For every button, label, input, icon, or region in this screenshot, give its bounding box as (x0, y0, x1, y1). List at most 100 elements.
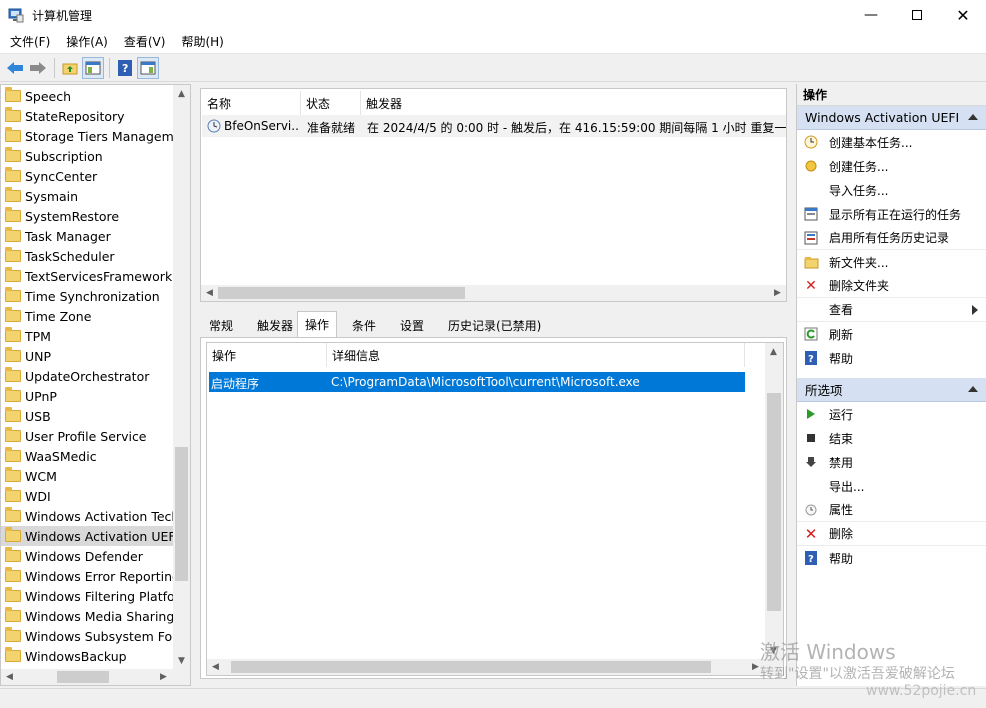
action-delete-folder[interactable]: ✕ 删除文件夹 (797, 274, 986, 298)
maximize-button[interactable] (894, 0, 940, 30)
tree-item[interactable]: Windows Subsystem For I (1, 626, 173, 646)
tab-triggers[interactable]: 触发器 (250, 313, 300, 337)
action-create-basic-task[interactable]: 创建基本任务... (797, 130, 986, 154)
action-help-selected[interactable]: ? 帮助 (797, 546, 986, 570)
back-button[interactable] (4, 57, 26, 79)
tree-item[interactable]: WaaSMedic (1, 446, 173, 466)
folder-icon (5, 447, 21, 462)
action-list-hscroll-thumb[interactable] (231, 661, 711, 673)
task-name: BfeOnServi... (224, 119, 299, 133)
tree-item[interactable]: Windows Media Sharing (1, 606, 173, 626)
tree-item[interactable]: SyncCenter (1, 166, 173, 186)
folder-icon (5, 647, 21, 662)
tree-item[interactable]: Task Manager (1, 226, 173, 246)
tree-item[interactable]: Time Synchronization (1, 286, 173, 306)
action-import-task[interactable]: 导入任务... (797, 178, 986, 202)
collapse-up-icon[interactable] (968, 386, 978, 392)
column-header-status[interactable]: 状态 (301, 91, 361, 115)
action-list-vscrollbar[interactable]: ▲ ▼ (765, 343, 783, 659)
svg-text:?: ? (808, 554, 814, 565)
scroll-up-icon[interactable]: ▲ (173, 85, 190, 102)
tree-hscroll-thumb[interactable] (57, 671, 109, 683)
show-action-pane-button[interactable] (137, 56, 159, 79)
action-create-task[interactable]: 创建任务... (797, 154, 986, 178)
actions-group-selected[interactable]: 所选项 (797, 378, 986, 402)
tree-scroll-thumb[interactable] (175, 447, 188, 581)
action-enable-history[interactable]: 启用所有任务历史记录 (797, 226, 986, 250)
scroll-right-icon[interactable]: ▶ (155, 669, 172, 685)
tree-item[interactable]: TextServicesFramework (1, 266, 173, 286)
tree-item[interactable]: Windows Defender (1, 546, 173, 566)
tree-item[interactable]: UpdateOrchestrator (1, 366, 173, 386)
scroll-right-icon[interactable]: ▶ (769, 285, 786, 301)
tree-item[interactable]: Time Zone (1, 306, 173, 326)
menu-help[interactable]: 帮助(H) (173, 33, 231, 50)
task-list-hscroll-thumb[interactable] (218, 287, 465, 299)
tab-actions[interactable]: 操作 (297, 311, 338, 337)
tree-item[interactable]: UNP (1, 346, 173, 366)
tab-conditions[interactable]: 条件 (345, 313, 383, 337)
column-header-action[interactable]: 操作 (207, 343, 327, 367)
scroll-left-icon[interactable]: ◀ (201, 285, 218, 301)
show-hide-tree-button[interactable] (82, 56, 104, 79)
close-button[interactable]: ✕ (940, 0, 986, 30)
tree-item[interactable]: USB (1, 406, 173, 426)
action-list-hscrollbar[interactable]: ◀ ▶ (207, 659, 783, 675)
column-header-detail[interactable]: 详细信息 (327, 343, 745, 367)
action-export[interactable]: 导出... (797, 474, 986, 498)
minimize-button[interactable]: — (848, 0, 894, 30)
folder-icon (5, 587, 21, 602)
action-view[interactable]: 查看 (797, 298, 986, 322)
tree-item[interactable]: Storage Tiers Manageme (1, 126, 173, 146)
tree-item[interactable]: WCM (1, 466, 173, 486)
tree-item[interactable]: Windows Error Reporting (1, 566, 173, 586)
menu-view[interactable]: 查看(V) (116, 33, 174, 50)
tab-general[interactable]: 常规 (202, 313, 240, 337)
tree-item[interactable]: SystemRestore (1, 206, 173, 226)
tab-settings[interactable]: 设置 (393, 313, 431, 337)
action-properties[interactable]: 属性 (797, 498, 986, 522)
help-button[interactable]: ? (114, 57, 136, 79)
forward-button[interactable] (27, 57, 49, 79)
tab-history[interactable]: 历史记录(已禁用) (441, 313, 548, 337)
column-header-name[interactable]: 名称 (202, 91, 301, 115)
tree-item[interactable]: StateRepository (1, 106, 173, 126)
column-header-trigger[interactable]: 触发器 (361, 91, 786, 115)
tree-item[interactable]: Windows Activation Techr (1, 506, 173, 526)
actions-group-folder[interactable]: Windows Activation UEFI (797, 106, 986, 130)
action-new-folder[interactable]: 新文件夹... (797, 250, 986, 274)
tree-item[interactable]: UPnP (1, 386, 173, 406)
tree-item[interactable]: User Profile Service (1, 426, 173, 446)
scroll-up-icon[interactable]: ▲ (765, 343, 782, 360)
tree-item[interactable]: TaskScheduler (1, 246, 173, 266)
tree-item[interactable]: TPM (1, 326, 173, 346)
menu-file[interactable]: 文件(F) (0, 33, 58, 50)
action-help[interactable]: ? 帮助 (797, 346, 986, 370)
tree-item[interactable]: WDI (1, 486, 173, 506)
scroll-left-icon[interactable]: ◀ (207, 659, 224, 675)
collapse-up-icon[interactable] (968, 114, 978, 120)
action-list-vscroll-thumb[interactable] (767, 393, 781, 611)
action-run[interactable]: 运行 (797, 402, 986, 426)
table-row[interactable]: 启动程序 C:\ProgramData\MicrosoftTool\curren… (209, 372, 745, 392)
action-refresh[interactable]: 刷新 (797, 322, 986, 346)
tree-item[interactable]: Subscription (1, 146, 173, 166)
scroll-down-icon[interactable]: ▼ (173, 652, 190, 669)
scroll-left-icon[interactable]: ◀ (1, 669, 18, 685)
tree-item[interactable]: Windows Filtering Platforr (1, 586, 173, 606)
tree-vertical-scrollbar[interactable]: ▲ ▼ (173, 85, 190, 669)
up-folder-button[interactable] (59, 57, 81, 79)
action-show-running-tasks[interactable]: 显示所有正在运行的任务 (797, 202, 986, 226)
action-end[interactable]: 结束 (797, 426, 986, 450)
action-disable[interactable]: 禁用 (797, 450, 986, 474)
tree-horizontal-scrollbar[interactable]: ◀ ▶ (1, 669, 190, 685)
table-row[interactable]: BfeOnServi... 准备就绪 在 2024/4/5 的 0:00 时 -… (202, 115, 786, 137)
tree-item[interactable]: Speech (1, 86, 173, 106)
tree-item[interactable]: WindowsBackup (1, 646, 173, 666)
action-delete[interactable]: ✕ 删除 (797, 522, 986, 546)
tree-item[interactable]: Windows Activation UEFI (1, 526, 173, 546)
new-folder-icon (803, 254, 819, 270)
tree-item[interactable]: Sysmain (1, 186, 173, 206)
menu-action[interactable]: 操作(A) (58, 33, 116, 50)
task-list-hscrollbar[interactable]: ◀ ▶ (201, 285, 786, 301)
